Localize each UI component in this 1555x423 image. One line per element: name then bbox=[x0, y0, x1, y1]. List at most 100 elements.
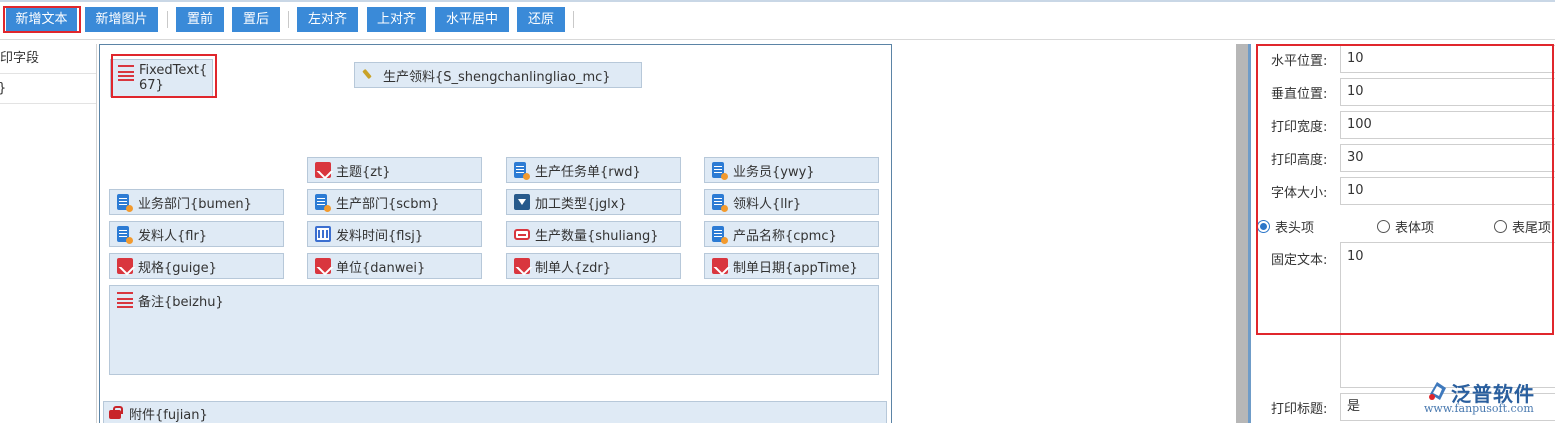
field-label: 生产领料{S_shengchanlingliao_mc} bbox=[383, 69, 611, 85]
radio-body-item[interactable]: 表体项 bbox=[1377, 217, 1434, 236]
field-llr[interactable]: 领料人{llr} bbox=[704, 189, 879, 215]
print-height-label: 打印高度: bbox=[1271, 153, 1328, 168]
list-item[interactable]: 打印字段 bbox=[0, 44, 96, 74]
field-ywy[interactable]: 业务员{ywy} bbox=[704, 157, 879, 183]
field-zdr[interactable]: 制单人{zdr} bbox=[506, 253, 681, 279]
print-height-row: 打印高度: 30 bbox=[1251, 143, 1555, 173]
print-field-list: 打印字段 } bbox=[0, 44, 97, 423]
add-text-button[interactable]: 新增文本 bbox=[6, 7, 77, 32]
field-scbm[interactable]: 生产部门{scbm} bbox=[307, 189, 482, 215]
list-icon bbox=[712, 162, 728, 180]
bring-front-button[interactable]: 置前 bbox=[176, 7, 224, 32]
align-left-button[interactable]: 左对齐 bbox=[297, 7, 358, 32]
number-icon bbox=[514, 228, 530, 240]
field-label: 发料人{flr} bbox=[138, 228, 208, 244]
design-canvas[interactable]: FixedText{ 67} 生产领料{S_shengchanlingliao_… bbox=[99, 44, 892, 423]
font-size-label: 字体大小: bbox=[1271, 186, 1328, 201]
field-label: 备注{beizhu} bbox=[138, 295, 224, 310]
field-label: 加工类型{jglx} bbox=[535, 196, 627, 212]
fixed-text-textarea[interactable]: 10 bbox=[1340, 242, 1555, 388]
fixed-text-line1: FixedText{ bbox=[139, 63, 208, 78]
field-label: 生产部门{scbm} bbox=[336, 196, 440, 212]
list-item[interactable]: } bbox=[0, 74, 96, 104]
edit-icon bbox=[514, 258, 530, 274]
print-width-input[interactable]: 100 bbox=[1340, 111, 1555, 139]
field-label: 附件{fujian} bbox=[129, 407, 208, 423]
attachment-icon bbox=[108, 405, 124, 421]
radio-selected-icon bbox=[1257, 220, 1270, 233]
field-label: 生产任务单{rwd} bbox=[535, 164, 641, 180]
field-cpmc[interactable]: 产品名称{cpmc} bbox=[704, 221, 879, 247]
list-icon bbox=[514, 162, 530, 180]
field-label: 生产数量{shuliang} bbox=[535, 228, 659, 244]
vertical-position-input[interactable]: 10 bbox=[1340, 78, 1555, 106]
list-icon bbox=[117, 226, 133, 244]
radio-unselected-icon bbox=[1377, 220, 1390, 233]
list-icon bbox=[117, 194, 133, 212]
list-icon bbox=[315, 194, 331, 212]
radio-label: 表头项 bbox=[1275, 221, 1315, 236]
vertical-position-row: 垂直位置: 10 bbox=[1251, 77, 1555, 107]
logo-site-text: www.fanpusoft.com bbox=[1424, 402, 1534, 415]
fanpu-logo: 泛普软件 www.fanpusoft.com bbox=[1422, 378, 1552, 416]
fixed-text-label: 固定文本: bbox=[1271, 253, 1328, 268]
field-shuliang[interactable]: 生产数量{shuliang} bbox=[506, 221, 681, 247]
field-guige[interactable]: 规格{guige} bbox=[109, 253, 284, 279]
list-icon bbox=[712, 226, 728, 244]
fixed-text-line2: 67} bbox=[139, 78, 164, 93]
field-label: 业务部门{bumen} bbox=[138, 196, 252, 212]
horizontal-position-input[interactable]: 10 bbox=[1340, 45, 1555, 73]
print-width-label: 打印宽度: bbox=[1271, 120, 1328, 135]
send-back-button[interactable]: 置后 bbox=[232, 7, 280, 32]
field-label: 规格{guige} bbox=[138, 260, 217, 276]
field-zt[interactable]: 主题{zt} bbox=[307, 157, 482, 183]
field-flsj[interactable]: 发料时间{flsj} bbox=[307, 221, 482, 247]
field-label: 领料人{llr} bbox=[733, 196, 802, 212]
field-label: 产品名称{cpmc} bbox=[733, 228, 837, 244]
field-jglx[interactable]: 加工类型{jglx} bbox=[506, 189, 681, 215]
field-label: 制单人{zdr} bbox=[535, 260, 611, 276]
add-image-button[interactable]: 新增图片 bbox=[85, 7, 158, 32]
font-size-input[interactable]: 10 bbox=[1340, 177, 1555, 205]
field-fujian[interactable]: 附件{fujian} bbox=[103, 401, 887, 423]
horizontal-position-label: 水平位置: bbox=[1271, 54, 1328, 69]
fixed-text-element[interactable]: FixedText{ 67} bbox=[110, 59, 213, 97]
field-beizhu[interactable]: 备注{beizhu} bbox=[109, 285, 879, 375]
toolbar-separator bbox=[167, 11, 168, 28]
toolbar-separator bbox=[288, 11, 289, 28]
center-horizontal-button[interactable]: 水平居中 bbox=[435, 7, 509, 32]
horizontal-position-row: 水平位置: 10 bbox=[1251, 44, 1555, 74]
field-apptime[interactable]: 制单日期{appTime} bbox=[704, 253, 879, 279]
edit-icon bbox=[712, 258, 728, 274]
logo-mark-icon bbox=[1429, 382, 1446, 400]
radio-label: 表体项 bbox=[1395, 221, 1435, 236]
radio-footer-item[interactable]: 表尾项 bbox=[1494, 217, 1551, 236]
calendar-icon bbox=[315, 226, 331, 242]
pen-icon bbox=[362, 67, 378, 83]
field-label: 单位{danwei} bbox=[336, 260, 426, 276]
edit-icon bbox=[315, 162, 331, 178]
toolbar-top-border bbox=[0, 0, 1555, 2]
radio-header-item[interactable]: 表头项 bbox=[1257, 217, 1314, 236]
print-height-input[interactable]: 30 bbox=[1340, 144, 1555, 172]
property-panel: 水平位置: 10 垂直位置: 10 打印宽度: 100 打印高度: 30 字体大… bbox=[1248, 44, 1555, 423]
field-shengchanlingliao[interactable]: 生产领料{S_shengchanlingliao_mc} bbox=[354, 62, 642, 88]
toolbar: 新增文本 新增图片 置前 置后 左对齐 上对齐 水平居中 还原 bbox=[0, 0, 1555, 40]
field-danwei[interactable]: 单位{danwei} bbox=[307, 253, 482, 279]
field-label: 主题{zt} bbox=[336, 164, 391, 180]
field-label: 制单日期{appTime} bbox=[733, 260, 858, 276]
toolbar-separator bbox=[573, 11, 574, 28]
field-flr[interactable]: 发料人{flr} bbox=[109, 221, 284, 247]
font-size-row: 字体大小: 10 bbox=[1251, 176, 1555, 206]
vertical-scrollbar[interactable] bbox=[1236, 44, 1248, 423]
restore-button[interactable]: 还原 bbox=[517, 7, 565, 32]
vertical-position-label: 垂直位置: bbox=[1271, 87, 1328, 102]
field-bumen[interactable]: 业务部门{bumen} bbox=[109, 189, 284, 215]
text-icon bbox=[117, 292, 133, 308]
radio-unselected-icon bbox=[1494, 220, 1507, 233]
field-rwd[interactable]: 生产任务单{rwd} bbox=[506, 157, 681, 183]
print-title-label: 打印标题: bbox=[1271, 402, 1328, 417]
list-icon bbox=[712, 194, 728, 212]
field-label: 发料时间{flsj} bbox=[336, 228, 424, 244]
align-top-button[interactable]: 上对齐 bbox=[367, 7, 426, 32]
